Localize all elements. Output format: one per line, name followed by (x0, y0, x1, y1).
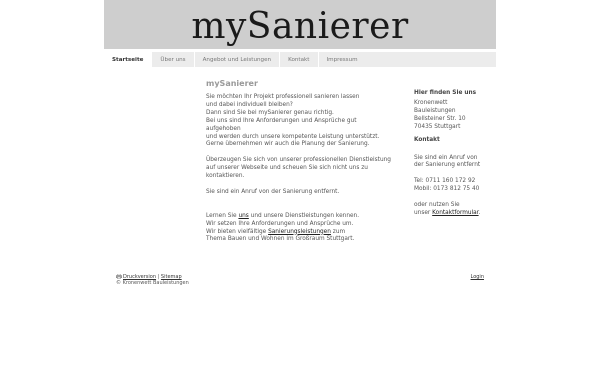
phone-number: Tel: 0711 160 172 92 (414, 178, 476, 185)
copyright-text: © Kronenwett Bauleistungen (116, 280, 189, 287)
site-logo[interactable]: mySanierer (191, 6, 408, 47)
main-content: mySanierer Sie möchten Ihr Projekt profe… (206, 79, 406, 244)
contact-call-text: Sie sind ein Anruf von der Sanierung ent… (414, 154, 481, 169)
contact-form-link[interactable]: Kontaktformular (432, 210, 478, 216)
learn-paragraph: Lernen Sie uns und unsere Dienstleistung… (206, 212, 360, 243)
sanierungsleistungen-link[interactable]: Sanierungsleistungen (268, 229, 331, 235)
contact-heading: Kontakt (414, 136, 440, 143)
phone-block: Tel: 0711 160 172 92 Mobil: 0173 812 75 … (414, 178, 494, 194)
printer-icon (116, 273, 122, 279)
uns-link[interactable]: uns (238, 213, 248, 219)
contact-form-text: oder nutzen Sie unser Kontaktformular. (414, 201, 481, 216)
mobile-number: Mobil: 0173 812 75 40 (414, 186, 480, 193)
find-us-heading: Hier finden Sie uns (414, 90, 477, 96)
nav-item-ueber-uns[interactable]: Über uns (152, 52, 193, 67)
nav-item-startseite[interactable]: Startseite (104, 52, 152, 67)
call-paragraph: Sie sind ein Anruf von der Sanierung ent… (206, 188, 340, 195)
convince-paragraph: Überzeugen Sie sich von unserer professi… (206, 157, 391, 180)
intro-paragraph: Sie möchten Ihr Projekt professionell sa… (206, 94, 380, 148)
header-banner: mySanierer (104, 0, 496, 49)
page: mySanierer Startseite Über uns Angebot u… (104, 0, 496, 286)
sidebar: Hier finden Sie uns Kronenwett Bauleistu… (414, 90, 494, 218)
footer: Druckversion | Sitemap © Kronenwett Baul… (116, 273, 496, 287)
address-block: Kronenwett Bauleistungen Bellsteiner Str… (414, 100, 466, 130)
page-title: mySanierer (206, 79, 258, 88)
main-nav: Startseite Über uns Angebot und Leistung… (104, 52, 496, 67)
nav-item-kontakt[interactable]: Kontakt (280, 52, 317, 67)
nav-item-angebot[interactable]: Angebot und Leistungen (195, 52, 279, 67)
nav-item-impressum[interactable]: Impressum (319, 52, 366, 67)
login-link[interactable]: Login (471, 274, 485, 280)
